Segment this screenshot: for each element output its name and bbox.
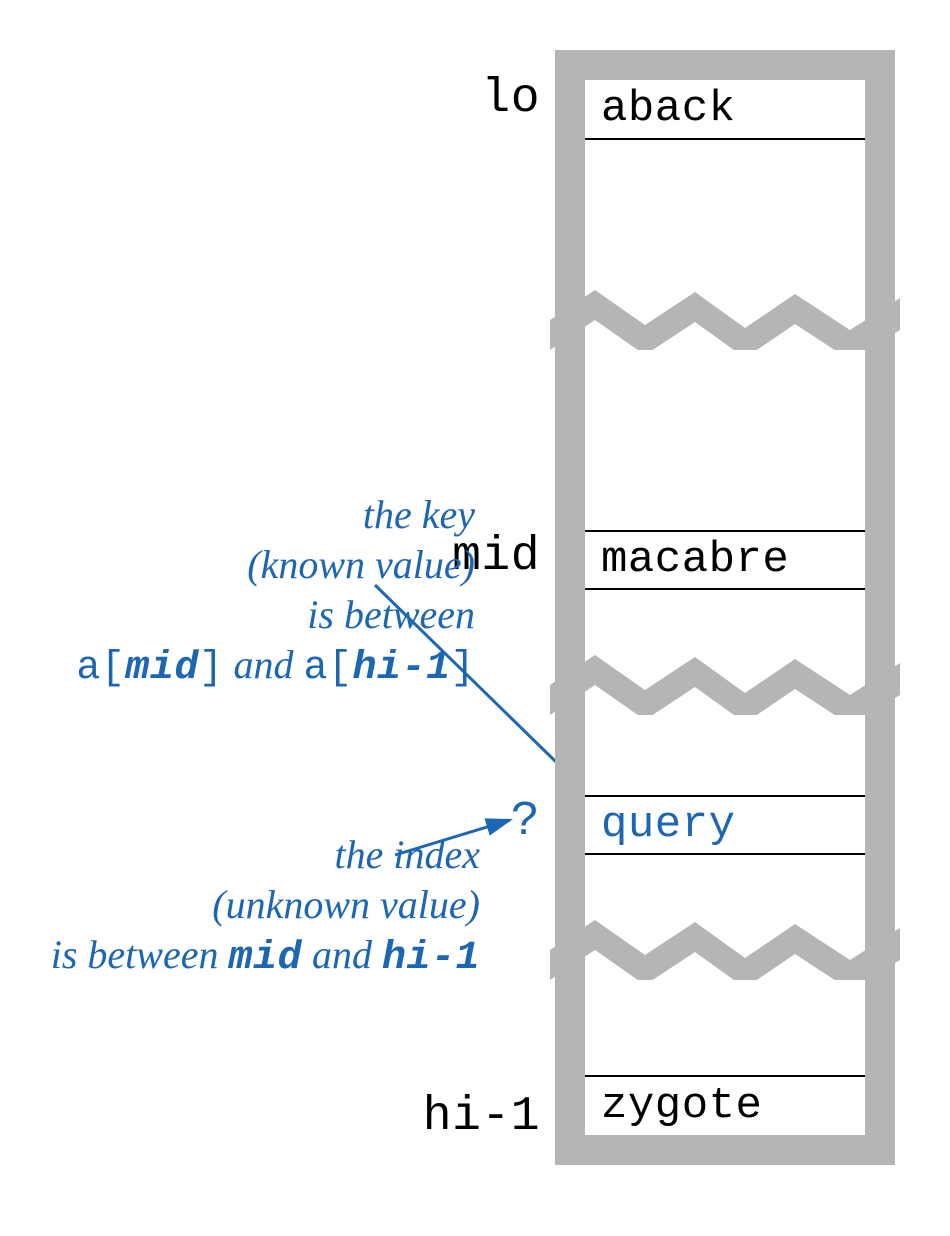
array-inner: aback macabre query zygote [585,80,865,1135]
label-hi-1: hi-1 [240,1090,540,1144]
break-1 [550,280,900,350]
label-lo: lo [240,72,540,126]
anno1-line1: the key [0,490,475,540]
anno2-line3: is between mid and hi-1 [0,930,480,984]
cell-query: query [585,795,865,855]
array-column: aback macabre query zygote [555,50,895,1165]
cell-lo: aback [585,80,865,140]
cell-mid: macabre [585,530,865,590]
anno2-line2: (unknown value) [0,880,480,930]
arrow-to-question [390,810,540,870]
cell-hi: zygote [585,1075,865,1135]
break-2 [550,645,900,715]
break-3 [550,910,900,980]
